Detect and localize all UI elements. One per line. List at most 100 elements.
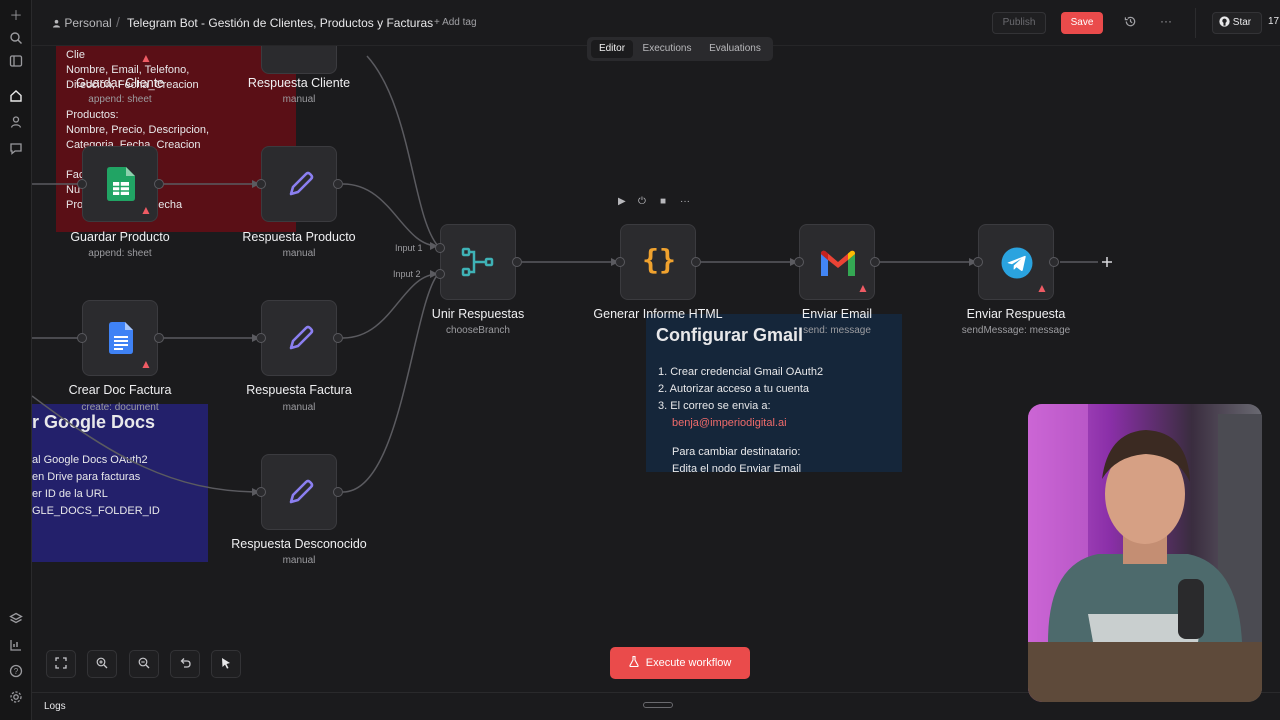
workflow-title[interactable]: Telegram Bot - Gestión de Clientes, Prod… xyxy=(127,16,433,30)
node-title[interactable]: Crear Doc Factura xyxy=(32,383,210,397)
zoom-out-icon xyxy=(138,657,150,669)
input-port[interactable] xyxy=(794,257,804,267)
node-subtitle: manual xyxy=(282,555,316,566)
input-port[interactable] xyxy=(435,243,445,253)
node-title[interactable]: Respuesta Cliente xyxy=(209,76,389,90)
breadcrumb-workspace[interactable]: Personal xyxy=(52,16,112,30)
node-title[interactable]: Enviar Email xyxy=(747,307,927,321)
output-port[interactable] xyxy=(333,487,343,497)
output-port[interactable] xyxy=(691,257,701,267)
node-title[interactable]: Generar Informe HTML xyxy=(568,307,748,321)
github-star-button[interactable]: Star xyxy=(1212,12,1262,34)
tab-executions[interactable]: Executions xyxy=(637,40,697,58)
trash-icon[interactable]: ■ xyxy=(660,196,666,207)
execute-workflow-button[interactable]: Execute workflow xyxy=(610,647,750,679)
input-port[interactable] xyxy=(256,333,266,343)
node-title[interactable]: Unir Respuestas xyxy=(388,307,568,321)
output-port[interactable] xyxy=(154,179,164,189)
telegram-icon xyxy=(1001,247,1033,279)
node-subtitle: chooseBranch xyxy=(446,325,510,336)
node-respuesta-desconocido[interactable] xyxy=(261,454,337,530)
undo-button[interactable] xyxy=(170,650,200,678)
user-icon[interactable] xyxy=(8,115,24,131)
left-sidebar: ＋ ? xyxy=(0,0,32,720)
plus-icon[interactable]: ＋ xyxy=(8,8,24,24)
warning-icon[interactable]: ▲ xyxy=(857,282,869,294)
warning-icon[interactable]: ▲ xyxy=(140,358,152,370)
home-icon[interactable] xyxy=(8,89,24,105)
breadcrumb-separator: / xyxy=(116,14,120,30)
presenter-image xyxy=(1028,404,1262,702)
fit-view-icon xyxy=(55,657,67,669)
flask-icon xyxy=(629,655,639,668)
gmail-icon xyxy=(821,250,855,276)
output-port[interactable] xyxy=(870,257,880,267)
more-options-icon[interactable]: ··· xyxy=(1160,14,1172,28)
node-title[interactable]: Respuesta Factura xyxy=(209,383,389,397)
github-icon xyxy=(1219,16,1230,27)
search-icon[interactable] xyxy=(8,31,24,47)
publish-button[interactable]: Publish xyxy=(992,12,1046,34)
chat-icon[interactable] xyxy=(8,141,24,157)
output-port[interactable] xyxy=(512,257,522,267)
warning-icon[interactable]: ▲ xyxy=(1036,282,1048,294)
output-port[interactable] xyxy=(1049,257,1059,267)
workspace-label: Personal xyxy=(64,16,112,30)
tab-editor[interactable]: Editor xyxy=(591,40,633,58)
pointer-tool-button[interactable] xyxy=(211,650,241,678)
n8n-workflow-editor: ＋ ? Personal / Telegram Bot - Gestión de… xyxy=(0,0,1280,720)
undo-icon xyxy=(180,658,191,668)
input-label: Input 2 xyxy=(393,269,421,279)
output-port[interactable] xyxy=(154,333,164,343)
power-icon[interactable]: ⏻ xyxy=(638,196,646,207)
input-port[interactable] xyxy=(435,269,445,279)
node-respuesta-cliente[interactable] xyxy=(261,46,337,74)
node-title[interactable]: Guardar Cliente xyxy=(32,76,210,90)
more-icon[interactable]: ··· xyxy=(680,196,690,207)
add-tag-button[interactable]: + Add tag xyxy=(434,17,477,28)
zoom-in-icon xyxy=(96,657,108,669)
code-braces-icon: {} xyxy=(642,243,676,276)
zoom-in-button[interactable] xyxy=(87,650,117,678)
node-title[interactable]: Enviar Respuesta xyxy=(926,307,1106,321)
node-title[interactable]: Respuesta Desconocido xyxy=(209,537,389,551)
tab-evaluations[interactable]: Evaluations xyxy=(701,40,769,58)
pointer-icon xyxy=(222,658,230,669)
google-sheets-icon xyxy=(107,167,135,201)
output-port[interactable] xyxy=(333,333,343,343)
node-title[interactable]: Respuesta Producto xyxy=(209,230,389,244)
panel-icon[interactable] xyxy=(8,54,24,70)
resize-handle[interactable] xyxy=(643,702,673,708)
input-label: Input 1 xyxy=(395,243,423,253)
warning-icon[interactable]: ▲ xyxy=(140,52,152,64)
history-icon[interactable] xyxy=(1123,15,1137,29)
input-port[interactable] xyxy=(615,257,625,267)
zoom-out-button[interactable] xyxy=(129,650,159,678)
input-port[interactable] xyxy=(256,179,266,189)
node-respuesta-producto[interactable] xyxy=(261,146,337,222)
play-icon[interactable]: ▶ xyxy=(618,196,626,207)
input-port[interactable] xyxy=(77,333,87,343)
pencil-icon xyxy=(289,325,314,350)
google-docs-icon xyxy=(109,322,133,354)
input-port[interactable] xyxy=(256,487,266,497)
node-title[interactable]: Guardar Producto xyxy=(32,230,210,244)
fit-view-button[interactable] xyxy=(46,650,76,678)
node-subtitle: append: sheet xyxy=(88,94,152,105)
node-respuesta-factura[interactable] xyxy=(261,300,337,376)
templates-icon[interactable] xyxy=(8,612,24,628)
warning-icon[interactable]: ▲ xyxy=(140,204,152,216)
input-port[interactable] xyxy=(77,179,87,189)
insights-icon[interactable] xyxy=(8,638,24,654)
input-port[interactable] xyxy=(973,257,983,267)
save-button[interactable]: Save xyxy=(1061,12,1103,34)
output-port[interactable] xyxy=(333,179,343,189)
logs-label[interactable]: Logs xyxy=(44,701,66,712)
node-subtitle: send: message xyxy=(803,325,871,336)
svg-text:?: ? xyxy=(14,667,19,676)
node-unir-respuestas[interactable] xyxy=(440,224,516,300)
merge-branch-icon xyxy=(461,247,494,277)
node-generar-informe-html[interactable]: {} xyxy=(620,224,696,300)
settings-icon[interactable] xyxy=(8,690,24,706)
help-icon[interactable]: ? xyxy=(8,664,24,680)
